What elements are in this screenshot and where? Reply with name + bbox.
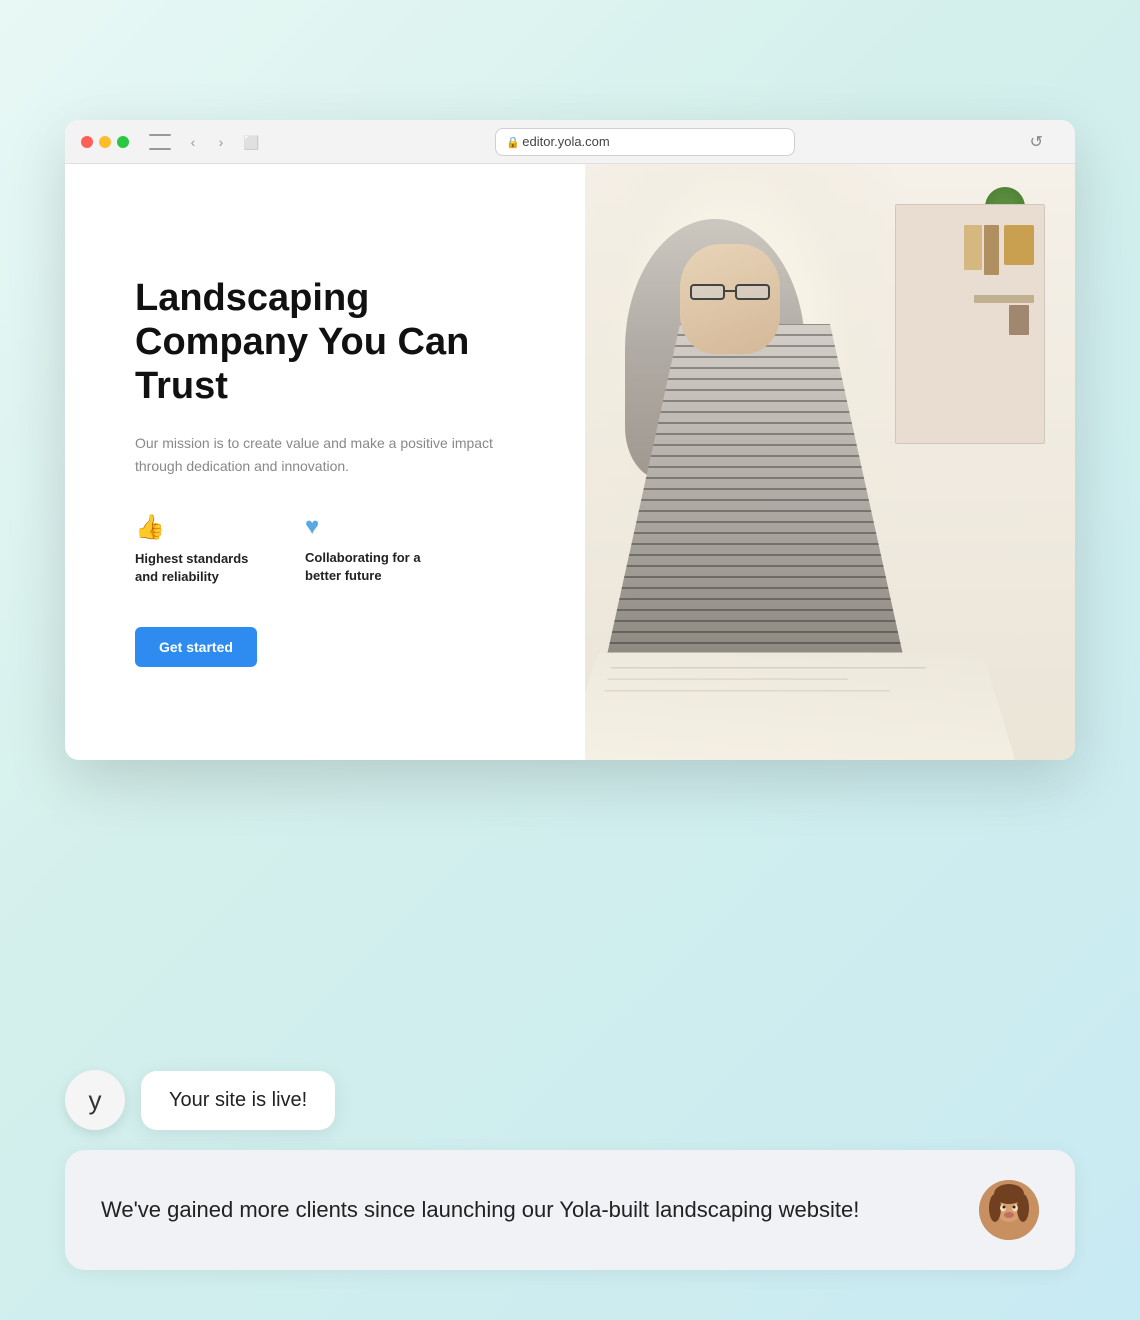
testimonial-text: We've gained more clients since launchin… xyxy=(101,1195,959,1226)
yola-avatar: y xyxy=(65,1070,125,1130)
glasses xyxy=(685,284,775,304)
shelf-box xyxy=(1004,225,1034,265)
back-button[interactable]: ‹ xyxy=(183,132,203,152)
shelf-book-2 xyxy=(964,225,982,270)
feature-label-1: Highest standards and reliability xyxy=(135,550,265,586)
feature-item-1: 👍 Highest standards and reliability xyxy=(135,513,265,586)
monitor-icon: ⬜ xyxy=(243,135,261,149)
close-button[interactable] xyxy=(81,136,93,148)
chat-section: y Your site is live! We've gained more c… xyxy=(65,1070,1075,1270)
shelf-bar xyxy=(974,295,1034,303)
heart-icon: ♥ xyxy=(305,513,435,541)
hero-title: Landscaping Company You Can Trust xyxy=(135,277,535,408)
browser-navigation: ‹ › xyxy=(183,132,231,152)
forward-button[interactable]: › xyxy=(211,132,231,152)
user-avatar xyxy=(979,1180,1039,1240)
reload-area: ↺ xyxy=(1030,132,1043,152)
hero-left-panel: Landscaping Company You Can Trust Our mi… xyxy=(65,164,585,760)
browser-chrome: ‹ › ⬜ 🔒 editor.yola.com ↺ xyxy=(65,120,1075,164)
traffic-lights xyxy=(81,136,129,148)
notification-text: Your site is live! xyxy=(169,1089,307,1111)
hero-description: Our mission is to create value and make … xyxy=(135,432,535,477)
url-text: editor.yola.com xyxy=(522,134,609,149)
maximize-button[interactable] xyxy=(117,136,129,148)
features-row: 👍 Highest standards and reliability ♥ Co… xyxy=(135,513,535,586)
hero-image-panel xyxy=(585,164,1075,760)
address-bar-container: 🔒 editor.yola.com xyxy=(273,128,1018,156)
shelf-decoration xyxy=(885,204,1045,454)
thumbs-up-icon: 👍 xyxy=(135,513,265,542)
notification-bubble: Your site is live! xyxy=(141,1071,335,1130)
lock-icon: 🔒 xyxy=(506,136,516,148)
shelf-unit xyxy=(895,204,1045,444)
get-started-button[interactable]: Get started xyxy=(135,627,257,667)
reload-button[interactable]: ↺ xyxy=(1030,132,1043,152)
person-face xyxy=(680,244,780,354)
feature-item-2: ♥ Collaborating for a better future xyxy=(305,513,435,586)
blueprint-table xyxy=(585,653,1015,760)
address-bar[interactable]: 🔒 editor.yola.com xyxy=(495,128,795,156)
feature-label-2: Collaborating for a better future xyxy=(305,549,435,585)
testimonial-bubble: We've gained more clients since launchin… xyxy=(65,1150,1075,1270)
browser-content: Landscaping Company You Can Trust Our mi… xyxy=(65,164,1075,760)
sidebar-toggle-icon[interactable] xyxy=(149,134,171,150)
browser-window: ‹ › ⬜ 🔒 editor.yola.com ↺ Landscaping Co… xyxy=(65,120,1075,760)
chat-notification: y Your site is live! xyxy=(65,1070,1075,1130)
minimize-button[interactable] xyxy=(99,136,111,148)
user-avatar-image xyxy=(979,1180,1039,1240)
shelf-book xyxy=(984,225,999,275)
shelf-item xyxy=(1009,305,1029,335)
